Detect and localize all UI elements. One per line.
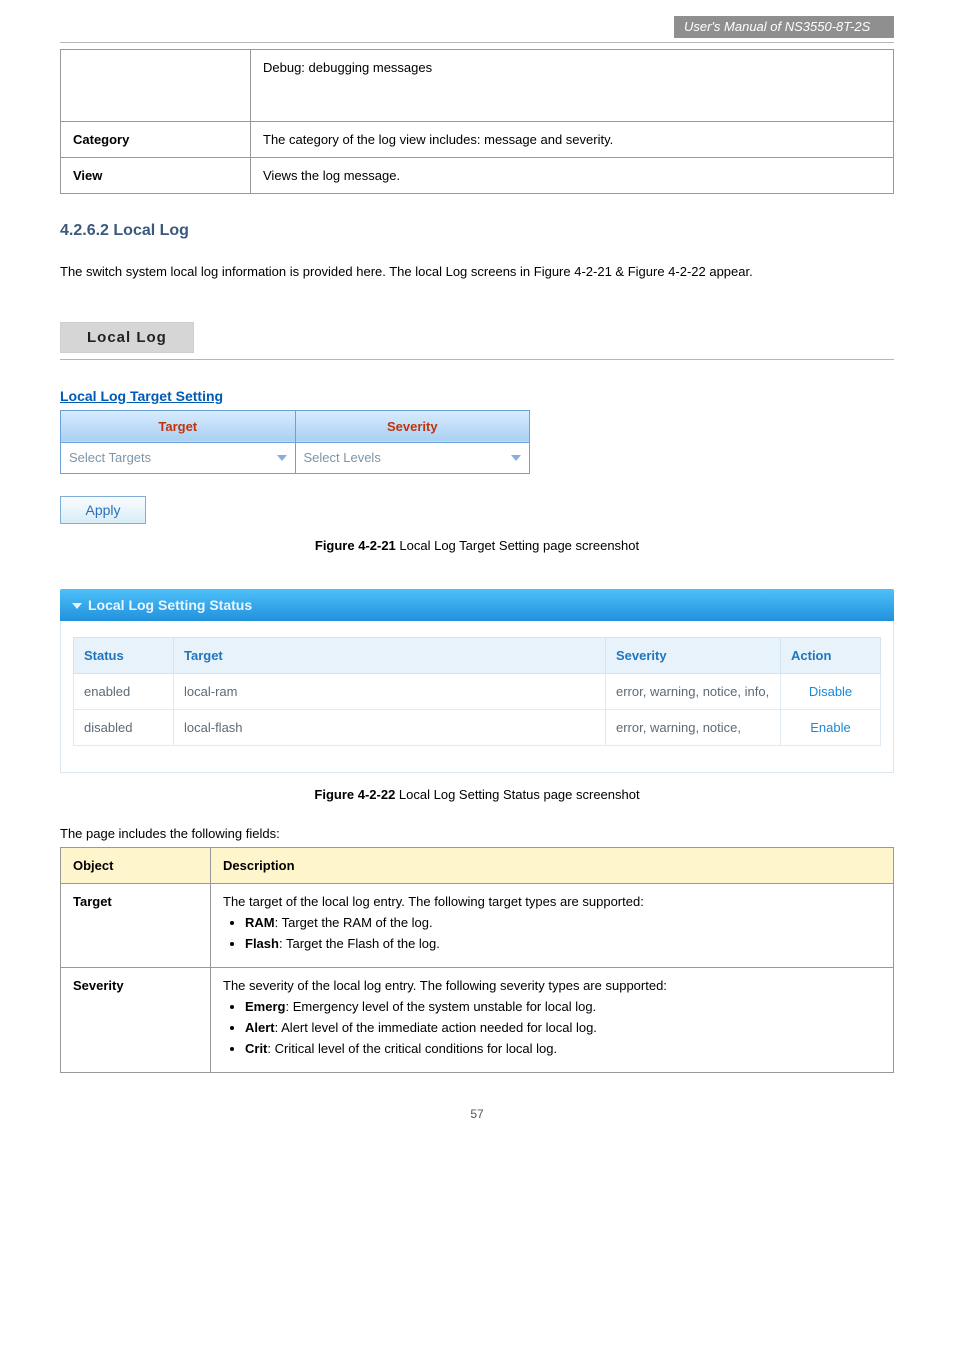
obj-label-2: View [61, 158, 251, 194]
col-severity-header: Severity [295, 410, 530, 442]
enable-button[interactable]: Enable [810, 720, 850, 735]
figure-local-log-target-setting: Local Log Target Setting Target Severity… [60, 388, 894, 524]
list-item: Emerg: Emergency level of the system uns… [245, 999, 881, 1014]
bold-emerg: Emerg [245, 999, 285, 1014]
figure2-caption: Figure 4-2-22 Local Log Setting Status p… [60, 787, 894, 802]
target-select[interactable]: Select Targets [61, 443, 295, 473]
bold-flash: Flash [245, 936, 279, 951]
list-item: Crit: Critical level of the critical con… [245, 1041, 881, 1056]
desc-header-description: Description [211, 847, 894, 883]
desc-header-object: Object [61, 847, 211, 883]
bold-crit: Crit [245, 1041, 267, 1056]
obj-label-0 [61, 50, 251, 122]
desc-val-severity: The severity of the local log entry. The… [211, 967, 894, 1072]
cell-severity-0: error, warning, notice, info, [606, 673, 781, 709]
desc-obj-severity: Severity [61, 967, 211, 1072]
apply-button[interactable]: Apply [60, 496, 146, 524]
status-panel-header[interactable]: Local Log Setting Status [60, 589, 894, 621]
cell-status-1: disabled [74, 709, 174, 745]
desc-val-target: The target of the local log entry. The f… [211, 883, 894, 967]
tab-local-log[interactable]: Local Log [60, 322, 194, 353]
text-crit: : Critical level of the critical conditi… [267, 1041, 557, 1056]
target-select-placeholder: Select Targets [69, 450, 151, 465]
col-target-header: Target [61, 410, 296, 442]
triangle-down-icon [72, 603, 82, 609]
local-log-target-setting-table: Target Severity Select Targets Select Le… [60, 410, 530, 474]
subsection-intro: The switch system local log information … [60, 262, 894, 282]
figure1-caption-id: Figure 4-2-21 [315, 538, 396, 553]
subsection-number: 4.2.6.2 [60, 222, 109, 239]
obj-desc-1: The category of the log view includes: m… [251, 122, 894, 158]
figure1-caption: Figure 4-2-21 Local Log Target Setting p… [60, 538, 894, 553]
list-item: Flash: Target the Flash of the log. [245, 936, 881, 951]
obj-desc-2: Views the log message. [251, 158, 894, 194]
bold-alert: Alert [245, 1020, 275, 1035]
text-emerg: : Emergency level of the system unstable… [285, 999, 596, 1014]
header-divider [60, 42, 894, 43]
text-ram: : Target the RAM of the log. [275, 915, 433, 930]
obj-label-1: Category [61, 122, 251, 158]
list-item: Alert: Alert level of the immediate acti… [245, 1020, 881, 1035]
chevron-down-icon [511, 455, 521, 461]
fields-intro: The page includes the following fields: [60, 826, 894, 841]
page-number: 57 [60, 1107, 894, 1121]
list-item: RAM: Target the RAM of the log. [245, 915, 881, 930]
table-row: enabled local-ram error, warning, notice… [74, 673, 881, 709]
status-col-severity: Severity [606, 637, 781, 673]
disable-button[interactable]: Disable [809, 684, 852, 699]
cell-target-1: local-flash [174, 709, 606, 745]
figure2-caption-text: Local Log Setting Status page screenshot [395, 787, 639, 802]
status-panel-title: Local Log Setting Status [88, 597, 252, 613]
status-col-target: Target [174, 637, 606, 673]
figure-local-log-setting-status: Local Log Setting Status Status Target S… [60, 589, 894, 773]
manual-title: User's Manual of NS3550-8T-2S [674, 16, 894, 38]
subsection-heading: 4.2.6.2 Local Log [60, 222, 894, 240]
desc-severity-lead: The severity of the local log entry. The… [223, 978, 881, 993]
figure1-caption-text: Local Log Target Setting page screenshot [396, 538, 639, 553]
desc-obj-target: Target [61, 883, 211, 967]
obj-desc-0: Debug: debugging messages [251, 50, 894, 122]
severity-select[interactable]: Select Levels [296, 443, 530, 473]
text-flash: : Target the Flash of the log. [279, 936, 440, 951]
tab-underline [60, 359, 894, 360]
cell-status-0: enabled [74, 673, 174, 709]
status-table: Status Target Severity Action enabled lo… [73, 637, 881, 746]
cell-target-0: local-ram [174, 673, 606, 709]
fields-description-table: Object Description Target The target of … [60, 847, 894, 1073]
status-col-action: Action [781, 637, 881, 673]
desc-target-lead: The target of the local log entry. The f… [223, 894, 881, 909]
object-table-continued: Debug: debugging messages Category The c… [60, 49, 894, 194]
bold-ram: RAM [245, 915, 275, 930]
local-log-tab-bar: Local Log [60, 322, 894, 360]
text-alert: : Alert level of the immediate action ne… [275, 1020, 597, 1035]
table-row: disabled local-flash error, warning, not… [74, 709, 881, 745]
local-log-target-setting-title: Local Log Target Setting [60, 388, 894, 404]
figure2-caption-id: Figure 4-2-22 [314, 787, 395, 802]
subsection-title: Local Log [113, 222, 189, 239]
status-col-status: Status [74, 637, 174, 673]
chevron-down-icon [277, 455, 287, 461]
severity-select-placeholder: Select Levels [304, 450, 381, 465]
cell-severity-1: error, warning, notice, [606, 709, 781, 745]
page-header: User's Manual of NS3550-8T-2S [60, 16, 894, 38]
